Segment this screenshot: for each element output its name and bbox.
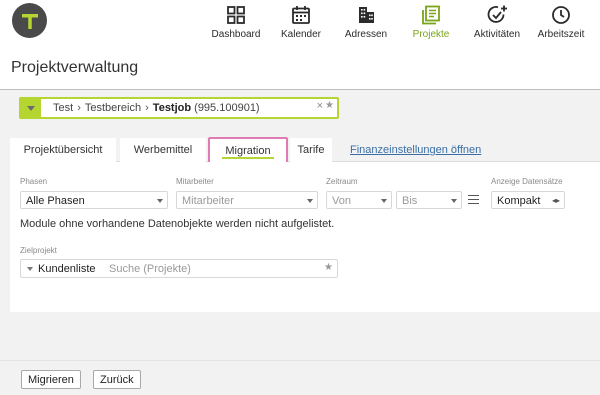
nav-projekte[interactable]: Projekte (409, 4, 453, 40)
anzeige-value: Kompakt (497, 195, 541, 207)
footer-bar: Migrieren Zurück (0, 360, 600, 395)
projects-icon (422, 5, 440, 25)
migration-panel: Phasen Alle Phasen Mitarbeiter Mitarbeit… (10, 162, 600, 312)
breadcrumb-separator: › (77, 102, 81, 114)
zielprojekt-select[interactable]: Kundenliste Suche (Projekte) ★ (20, 259, 338, 278)
bis-placeholder: Bis (402, 195, 418, 207)
buildings-icon (359, 7, 374, 23)
chevron-down-icon (27, 105, 35, 111)
nav-dashboard[interactable]: Dashboard (209, 4, 263, 40)
chevron-down-icon (307, 199, 313, 203)
info-text: Module ohne vorhandene Datenobjekte werd… (20, 218, 335, 230)
up-down-arrows-icon: ◂▸ (551, 196, 560, 205)
anzeige-select[interactable]: Kompakt ◂▸ (491, 191, 565, 209)
job-breadcrumb: Test › Testbereich › Testjob (995.100901) (53, 102, 260, 114)
nav-dashboard-label: Dashboard (211, 29, 261, 40)
back-button[interactable]: Zurück (93, 370, 141, 389)
activity-add-icon (487, 5, 507, 23)
chevron-down-icon[interactable] (27, 267, 33, 271)
logo-t-icon (21, 13, 38, 29)
chevron-down-icon (451, 199, 457, 203)
app-logo[interactable] (12, 3, 47, 38)
von-select[interactable]: Von (326, 191, 392, 209)
nav-kalender[interactable]: Kalender (278, 4, 324, 40)
job-number: (995.100901) (194, 102, 260, 114)
zielprojekt-search-input[interactable]: Suche (Projekte) (109, 263, 191, 275)
phasen-value: Alle Phasen (26, 195, 85, 207)
tab-tarife[interactable]: Tarife (290, 138, 332, 162)
chevron-down-icon (157, 199, 163, 203)
nav-aktivitaeten-label: Aktivitäten (473, 29, 521, 40)
clear-icon[interactable]: × (317, 100, 323, 112)
tab-werbemittel[interactable]: Werbemittel (120, 138, 206, 162)
phasen-select[interactable]: Alle Phasen (20, 191, 168, 209)
job-dropdown-toggle[interactable] (21, 99, 41, 117)
bis-select[interactable]: Bis (396, 191, 462, 209)
active-tab-indicator (222, 157, 274, 159)
breadcrumb-separator: › (145, 102, 149, 114)
tab-bar: Projektübersicht Werbemittel Migration T… (10, 137, 600, 164)
nav-kalender-label: Kalender (280, 29, 322, 40)
phasen-label: Phasen (20, 177, 48, 186)
job-name: Testjob (152, 102, 192, 114)
nav-adressen-label: Adressen (344, 29, 388, 40)
job-selector[interactable]: Test › Testbereich › Testjob (995.100901) × … (19, 97, 339, 119)
mitarbeiter-select[interactable]: Mitarbeiter (176, 191, 318, 209)
nav-aktivitaeten[interactable]: Aktivitäten (469, 4, 525, 40)
finanzeinstellungen-link[interactable]: Finanzeinstellungen öffnen (350, 144, 481, 156)
dashboard-icon (227, 6, 245, 24)
favorite-star-icon[interactable]: ★ (325, 100, 334, 111)
tab-projektuebersicht[interactable]: Projektübersicht (10, 138, 116, 162)
tab-migration-label: Migration (225, 145, 271, 157)
migrate-button[interactable]: Migrieren (21, 370, 81, 389)
page-header: Projektverwaltung (0, 46, 600, 90)
mitarbeiter-label: Mitarbeiter (176, 177, 214, 186)
job-crumb-testbereich: Testbereich (84, 102, 142, 114)
anzeige-label: Anzeige Datensätze (491, 177, 563, 186)
nav-arbeitszeit[interactable]: Arbeitszeit (534, 4, 588, 40)
nav-arbeitszeit-label: Arbeitszeit (537, 29, 585, 40)
page-title: Projektverwaltung (11, 59, 139, 76)
zielprojekt-label: Zielprojekt (20, 246, 57, 255)
clock-icon (552, 6, 570, 24)
von-placeholder: Von (332, 195, 351, 207)
job-crumb-test: Test (53, 102, 74, 114)
zeitraum-label: Zeitraum (326, 177, 358, 186)
calendar-icon (292, 6, 310, 24)
chevron-down-icon (381, 199, 387, 203)
favorite-star-icon[interactable]: ★ (324, 262, 333, 273)
nav-adressen[interactable]: Adressen (340, 4, 392, 40)
zielprojekt-type: Kundenliste (38, 263, 96, 275)
list-menu-icon[interactable] (468, 195, 479, 207)
top-navigation-bar: Dashboard Kalender Adressen Projekte Akt… (0, 0, 600, 46)
nav-projekte-label: Projekte (412, 29, 450, 40)
mitarbeiter-placeholder: Mitarbeiter (182, 195, 234, 207)
tab-migration[interactable]: Migration (208, 137, 288, 164)
